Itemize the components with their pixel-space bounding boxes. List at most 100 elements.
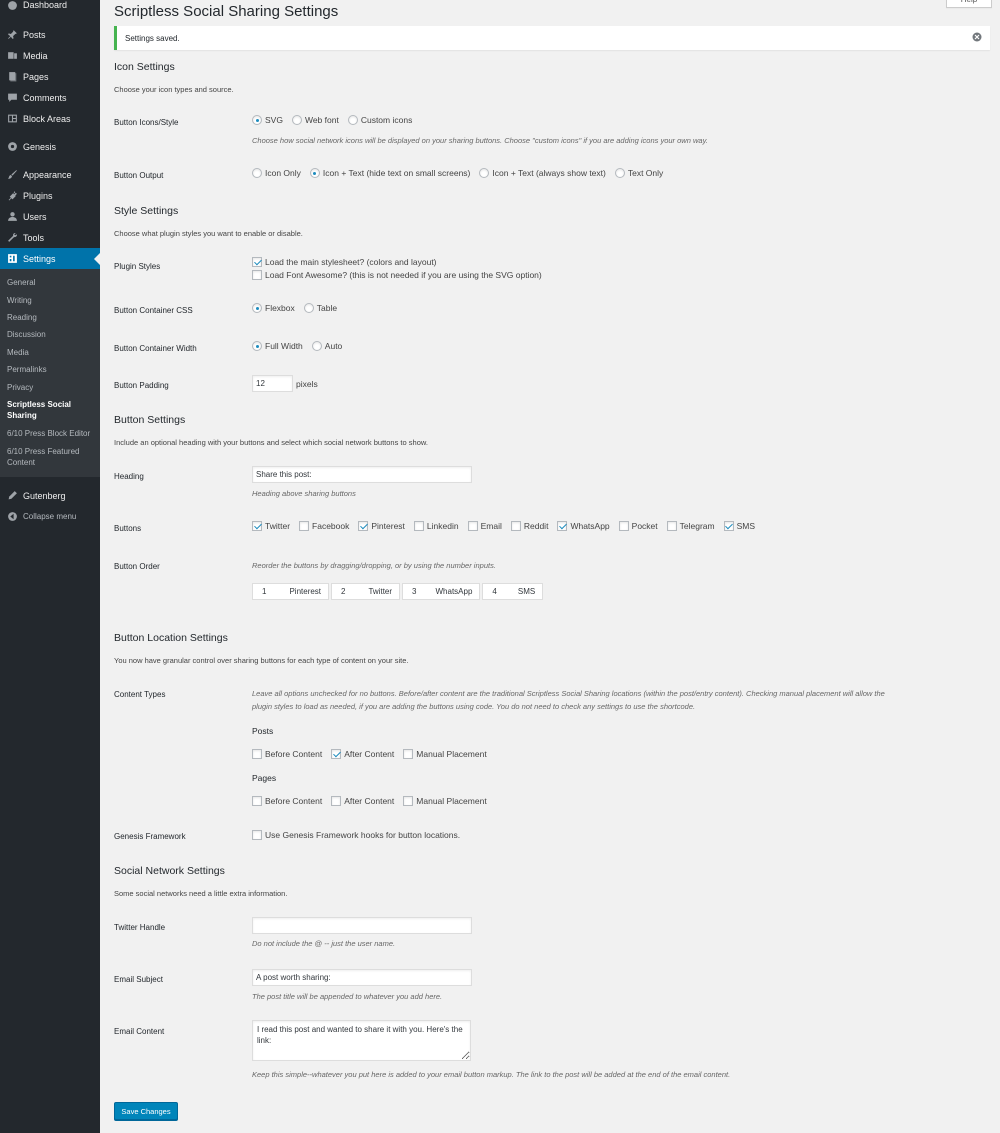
radio-full-width-control[interactable] (252, 341, 262, 351)
radio-table-control[interactable] (303, 303, 314, 313)
button-twitter[interactable]: Twitter (252, 521, 290, 531)
menu-comments[interactable]: Comments (0, 87, 100, 108)
order-item-sms[interactable]: 4 SMS (482, 583, 544, 600)
collapse-icon (6, 511, 18, 523)
radio-full-width[interactable]: Full Width (252, 341, 303, 351)
radio-custom-icons[interactable]: Custom icons (347, 115, 412, 125)
pages-manual-placement[interactable]: Manual Placement (403, 796, 487, 806)
help-tab[interactable]: Help (946, 0, 992, 8)
genesis-framework-option[interactable]: Use Genesis Framework hooks for button l… (252, 830, 460, 840)
radio-auto-control[interactable] (311, 341, 322, 351)
order-item-whatsapp[interactable]: 3 WhatsApp (402, 583, 481, 600)
button-telegram-checkbox[interactable] (666, 521, 677, 531)
radio-auto[interactable]: Auto (311, 341, 342, 351)
radio-text-only-control[interactable] (614, 168, 625, 178)
button-pocket[interactable]: Pocket (618, 521, 658, 531)
posts-before-content[interactable]: Before Content (252, 749, 322, 759)
button-facebook[interactable]: Facebook (299, 521, 349, 531)
email-content-textarea[interactable]: I read this post and wanted to share it … (252, 1020, 471, 1061)
menu-dashboard[interactable]: Dashboard (0, 0, 100, 13)
twitter-handle-input[interactable] (252, 917, 472, 934)
radio-svg[interactable]: SVG (252, 115, 283, 125)
menu-plugins[interactable]: Plugins (0, 185, 100, 206)
posts-before-content-checkbox[interactable] (252, 749, 262, 759)
button-sms[interactable]: SMS (723, 521, 755, 531)
button-reddit-checkbox[interactable] (510, 521, 521, 531)
button-settings-desc: Include an optional heading with your bu… (114, 438, 428, 447)
radio-table[interactable]: Table (303, 303, 337, 313)
submenu-reading[interactable]: Reading (0, 309, 100, 326)
submenu-general[interactable]: General (0, 274, 100, 291)
button-linkedin-checkbox[interactable] (413, 521, 424, 531)
menu-genesis[interactable]: Genesis (0, 136, 100, 157)
radio-custom-icons-control[interactable] (347, 115, 358, 125)
pages-before-content-checkbox[interactable] (252, 796, 262, 806)
button-email-checkbox[interactable] (467, 521, 478, 531)
button-pocket-checkbox[interactable] (618, 521, 629, 531)
menu-settings[interactable]: Settings (0, 248, 100, 269)
button-whatsapp-checkbox[interactable] (557, 521, 568, 531)
submenu-discussion[interactable]: Discussion (0, 326, 100, 343)
posts-after-content[interactable]: After Content (331, 749, 394, 759)
button-whatsapp[interactable]: WhatsApp (557, 521, 610, 531)
button-email[interactable]: Email (467, 521, 502, 531)
plugin-styles-main-option[interactable]: Load the main stylesheet? (colors and la… (252, 257, 437, 267)
button-twitter-checkbox[interactable] (252, 521, 262, 531)
radio-svg-control[interactable] (252, 115, 262, 125)
menu-pages[interactable]: Pages (0, 66, 100, 87)
plugin-styles-fa-option[interactable]: Load Font Awesome? (this is not needed i… (252, 270, 542, 280)
pin-icon (6, 29, 18, 41)
button-pinterest[interactable]: Pinterest (358, 521, 405, 531)
posts-after-content-checkbox[interactable] (331, 749, 342, 759)
plugin-styles-fa-checkbox[interactable] (252, 270, 262, 280)
genesis-framework-checkbox[interactable] (252, 830, 262, 840)
pages-manual-placement-checkbox[interactable] (403, 796, 414, 806)
menu-appearance[interactable]: Appearance (0, 164, 100, 185)
submenu-featured-content[interactable]: 6/10 Press Featured Content (0, 442, 100, 471)
posts-manual-placement-checkbox[interactable] (403, 749, 414, 759)
button-telegram[interactable]: Telegram (666, 521, 715, 531)
menu-gutenberg[interactable]: Gutenberg (0, 485, 100, 506)
button-facebook-checkbox[interactable] (299, 521, 310, 531)
button-sms-checkbox[interactable] (723, 521, 734, 531)
radio-text-only[interactable]: Text Only (614, 168, 663, 178)
button-pinterest-checkbox[interactable] (358, 521, 369, 531)
radio-web-font[interactable]: Web font (291, 115, 339, 125)
menu-users[interactable]: Users (0, 206, 100, 227)
menu-media[interactable]: Media (0, 45, 100, 66)
pages-after-content-checkbox[interactable] (331, 796, 342, 806)
email-subject-input[interactable] (252, 969, 472, 986)
pages-after-content[interactable]: After Content (331, 796, 394, 806)
posts-manual-placement[interactable]: Manual Placement (403, 749, 487, 759)
radio-icon-only[interactable]: Icon Only (252, 168, 301, 178)
submenu-block-editor[interactable]: 6/10 Press Block Editor (0, 425, 100, 442)
menu-tools[interactable]: Tools (0, 227, 100, 248)
dismiss-icon[interactable] (972, 32, 982, 42)
submenu-permalinks[interactable]: Permalinks (0, 361, 100, 378)
submenu-writing[interactable]: Writing (0, 291, 100, 308)
submenu-privacy[interactable]: Privacy (0, 378, 100, 395)
button-linkedin[interactable]: Linkedin (413, 521, 459, 531)
radio-icon-only-control[interactable] (252, 168, 262, 178)
button-reddit[interactable]: Reddit (510, 521, 548, 531)
submenu-media[interactable]: Media (0, 344, 100, 361)
radio-icon-text-always-control[interactable] (479, 168, 490, 178)
submenu-scriptless-social-sharing[interactable]: Scriptless Social Sharing (0, 396, 100, 425)
menu-block-areas[interactable]: Block Areas (0, 108, 100, 129)
order-item-pinterest[interactable]: 1 Pinterest (252, 583, 330, 600)
radio-icon-text-hide-control[interactable] (309, 168, 320, 178)
radio-flexbox-control[interactable] (252, 303, 262, 313)
heading-input[interactable] (252, 466, 472, 483)
radio-web-font-control[interactable] (291, 115, 302, 125)
collapse-menu[interactable]: Collapse menu (0, 506, 100, 527)
save-changes-button[interactable]: Save Changes (114, 1102, 178, 1120)
email-subject-desc: The post title will be appended to whate… (252, 992, 443, 1001)
order-item-twitter[interactable]: 2 Twitter (331, 583, 401, 600)
pages-before-content[interactable]: Before Content (252, 796, 322, 806)
plugin-styles-main-checkbox[interactable] (252, 257, 262, 267)
radio-icon-text-hide[interactable]: Icon + Text (hide text on small screens) (309, 168, 470, 178)
button-padding-input[interactable] (252, 375, 293, 392)
radio-icon-text-always[interactable]: Icon + Text (always show text) (479, 168, 606, 178)
radio-flexbox[interactable]: Flexbox (252, 303, 295, 313)
menu-posts[interactable]: Posts (0, 24, 100, 45)
